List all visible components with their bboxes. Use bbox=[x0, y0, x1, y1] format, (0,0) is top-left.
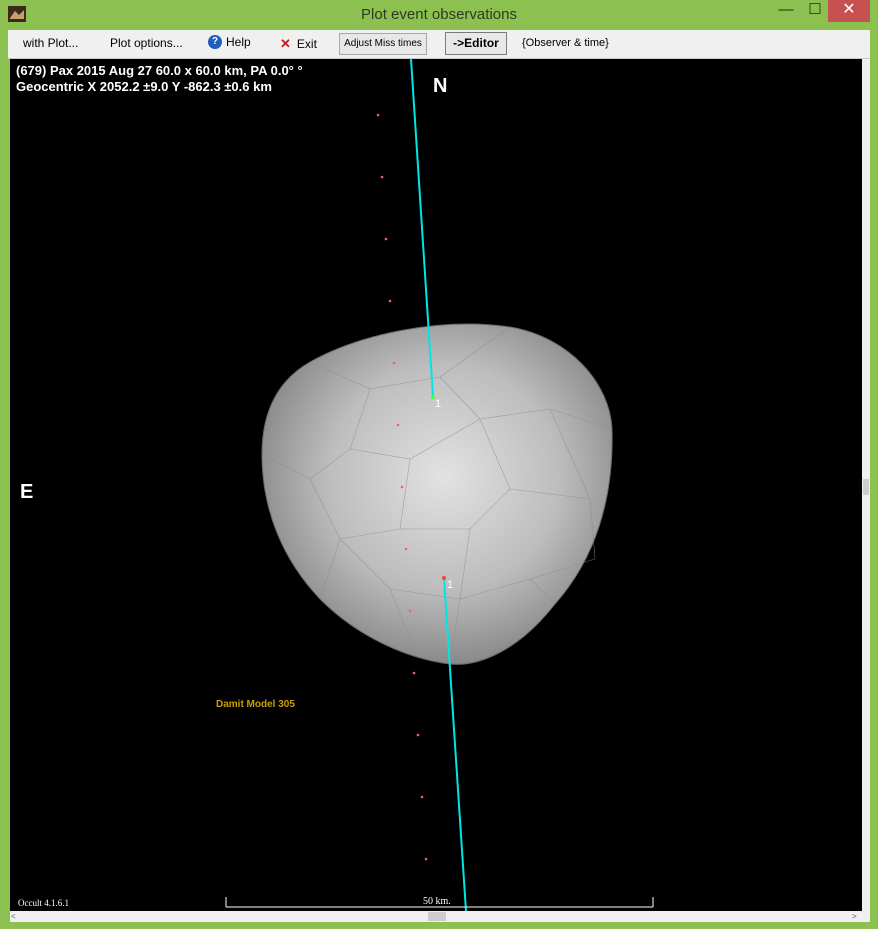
version-label: Occult 4.1.6.1 bbox=[18, 898, 69, 908]
east-label: E bbox=[20, 481, 34, 503]
close-icon: ✕ bbox=[280, 36, 291, 51]
miss-dot bbox=[400, 485, 404, 489]
horizontal-scrollbar[interactable]: < > bbox=[10, 911, 870, 922]
editor-button[interactable]: ->Editor bbox=[445, 32, 507, 55]
close-window-button[interactable]: ✕ bbox=[828, 0, 870, 22]
chord-start-marker bbox=[442, 576, 446, 580]
window: Plot event observations — ☐ ✕ with Plot.… bbox=[0, 0, 878, 929]
title-bar[interactable]: Plot event observations — ☐ ✕ bbox=[0, 0, 878, 30]
asteroid-shape-model bbox=[261, 323, 613, 665]
scroll-right-icon[interactable]: > bbox=[852, 912, 857, 921]
window-title: Plot event observations bbox=[361, 6, 517, 23]
scale-label: 50 km. bbox=[423, 896, 451, 907]
adjust-miss-times-button[interactable]: Adjust Miss times bbox=[339, 33, 427, 55]
vertical-scroll-thumb[interactable] bbox=[863, 479, 869, 495]
model-label: Damit Model 305 bbox=[216, 699, 295, 710]
plot-header-line2: Geocentric X 2052.2 ±9.0 Y -862.3 ±0.6 k… bbox=[16, 79, 272, 94]
miss-dot bbox=[404, 547, 408, 551]
miss-dot bbox=[388, 299, 392, 303]
menu-observer-time[interactable]: {Observer & time} bbox=[522, 37, 609, 49]
maximize-button[interactable]: ☐ bbox=[802, 0, 828, 22]
plot-area[interactable]: (679) Pax 2015 Aug 27 60.0 x 60.0 km, PA… bbox=[10, 59, 862, 911]
miss-dot bbox=[420, 795, 424, 799]
miss-dot bbox=[380, 175, 384, 179]
menu-plot-options[interactable]: Plot options... bbox=[110, 36, 183, 50]
miss-dot bbox=[376, 113, 380, 117]
menu-exit[interactable]: ✕ Exit bbox=[280, 36, 317, 52]
vertical-scrollbar[interactable] bbox=[862, 59, 870, 911]
miss-dot bbox=[392, 361, 396, 365]
miss-dot bbox=[416, 733, 420, 737]
menu-help-label: Help bbox=[226, 35, 251, 49]
scroll-left-icon[interactable]: < bbox=[11, 912, 16, 921]
miss-dot bbox=[396, 423, 400, 427]
chord-label-upper: 1 bbox=[435, 398, 442, 410]
horizontal-scroll-thumb[interactable] bbox=[428, 912, 446, 921]
miss-dot bbox=[412, 671, 416, 675]
help-icon: ? bbox=[208, 35, 222, 49]
plot-header-line1: (679) Pax 2015 Aug 27 60.0 x 60.0 km, PA… bbox=[16, 63, 303, 78]
miss-dot bbox=[408, 609, 412, 613]
north-label: N bbox=[433, 75, 448, 97]
miss-dot bbox=[384, 237, 388, 241]
menu-bar: with Plot... Plot options... ? Help ✕ Ex… bbox=[8, 30, 870, 59]
menu-with-plot[interactable]: with Plot... bbox=[23, 36, 78, 50]
miss-dot bbox=[424, 857, 428, 861]
menu-exit-label: Exit bbox=[296, 37, 317, 51]
chord-label-lower: 1 bbox=[447, 579, 454, 591]
minimize-button[interactable]: — bbox=[770, 0, 802, 22]
plot-canvas bbox=[225, 59, 654, 911]
menu-help[interactable]: ? Help bbox=[208, 35, 251, 49]
